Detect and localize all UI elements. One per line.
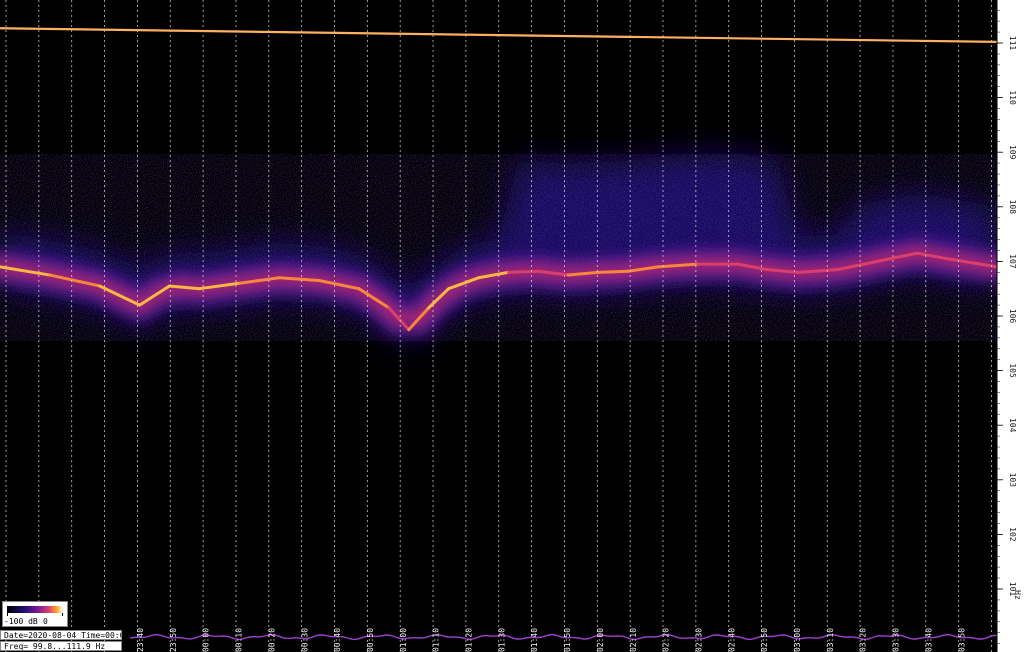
time-tick-label: 23:40: [136, 628, 145, 652]
date-time-info: Date=2020-08-04 Time=00:00: [0, 630, 122, 640]
time-tick-label: 00:50: [366, 628, 375, 652]
axis-tick-label: 107: [1008, 254, 1017, 269]
axis-tick-label: 110: [1008, 90, 1017, 105]
time-tick-label: 02:10: [629, 628, 638, 652]
time-tick-label: 02:20: [662, 628, 671, 652]
time-tick-label: 00:10: [235, 628, 244, 652]
legend-min-label: -100 dB: [4, 617, 38, 626]
frequency-axis: 111110109108107106105104103102101Hz: [996, 0, 1024, 652]
color-scale-bar: [7, 606, 63, 613]
spectrogram-chart: 111110109108107106105104103102101Hz 23:4…: [0, 0, 1024, 652]
time-tick-label: 01:10: [432, 628, 441, 652]
time-tick-label: 02:40: [727, 628, 736, 652]
time-tick-label: 23:50: [169, 628, 178, 652]
time-tick-label: 00:20: [267, 628, 276, 652]
time-tick-label: 01:30: [497, 628, 506, 652]
time-tick-label: 03:50: [957, 628, 966, 652]
axis-tick-label: 111: [1008, 36, 1017, 51]
time-tick-label: 03:30: [892, 628, 901, 652]
axis-tick-label: 109: [1008, 145, 1017, 160]
band-core-segment: [596, 269, 630, 274]
time-tick-label: 03:10: [826, 628, 835, 652]
time-tick-label: 02:30: [694, 628, 703, 652]
time-tick-label: 02:00: [596, 628, 605, 652]
time-tick-label: 02:50: [760, 628, 769, 652]
color-scale-legend: -100 dB 0: [2, 601, 68, 627]
time-tick-label: 03:20: [859, 628, 868, 652]
axis-tick-label: 102: [1008, 527, 1017, 542]
axis-tick-label: 104: [1008, 418, 1017, 433]
time-tick-label: 03:00: [793, 628, 802, 652]
time-tick-label: 00:40: [333, 628, 342, 652]
axis-tick-label: 103: [1008, 473, 1017, 488]
time-tick-label: 01:50: [563, 628, 572, 652]
color-scale-ticks: [7, 613, 63, 616]
axis-unit-label: Hz: [1013, 590, 1022, 600]
time-tick-label: 01:40: [530, 628, 539, 652]
time-tick-label: 00:00: [202, 628, 211, 652]
band-core-segment: [506, 269, 540, 274]
time-tick-label: 00:30: [300, 628, 309, 652]
axis-tick-label: 106: [1008, 309, 1017, 324]
axis-tick-label: 108: [1008, 200, 1017, 215]
frequency-range-info: Freq= 99.8...111.9 Hz: [0, 641, 122, 651]
legend-max-label: 0: [43, 617, 48, 626]
axis-tick-label: 105: [1008, 363, 1017, 378]
time-tick-label: 01:00: [399, 628, 408, 652]
time-tick-label: 03:40: [924, 628, 933, 652]
time-tick-label: 01:20: [465, 628, 474, 652]
